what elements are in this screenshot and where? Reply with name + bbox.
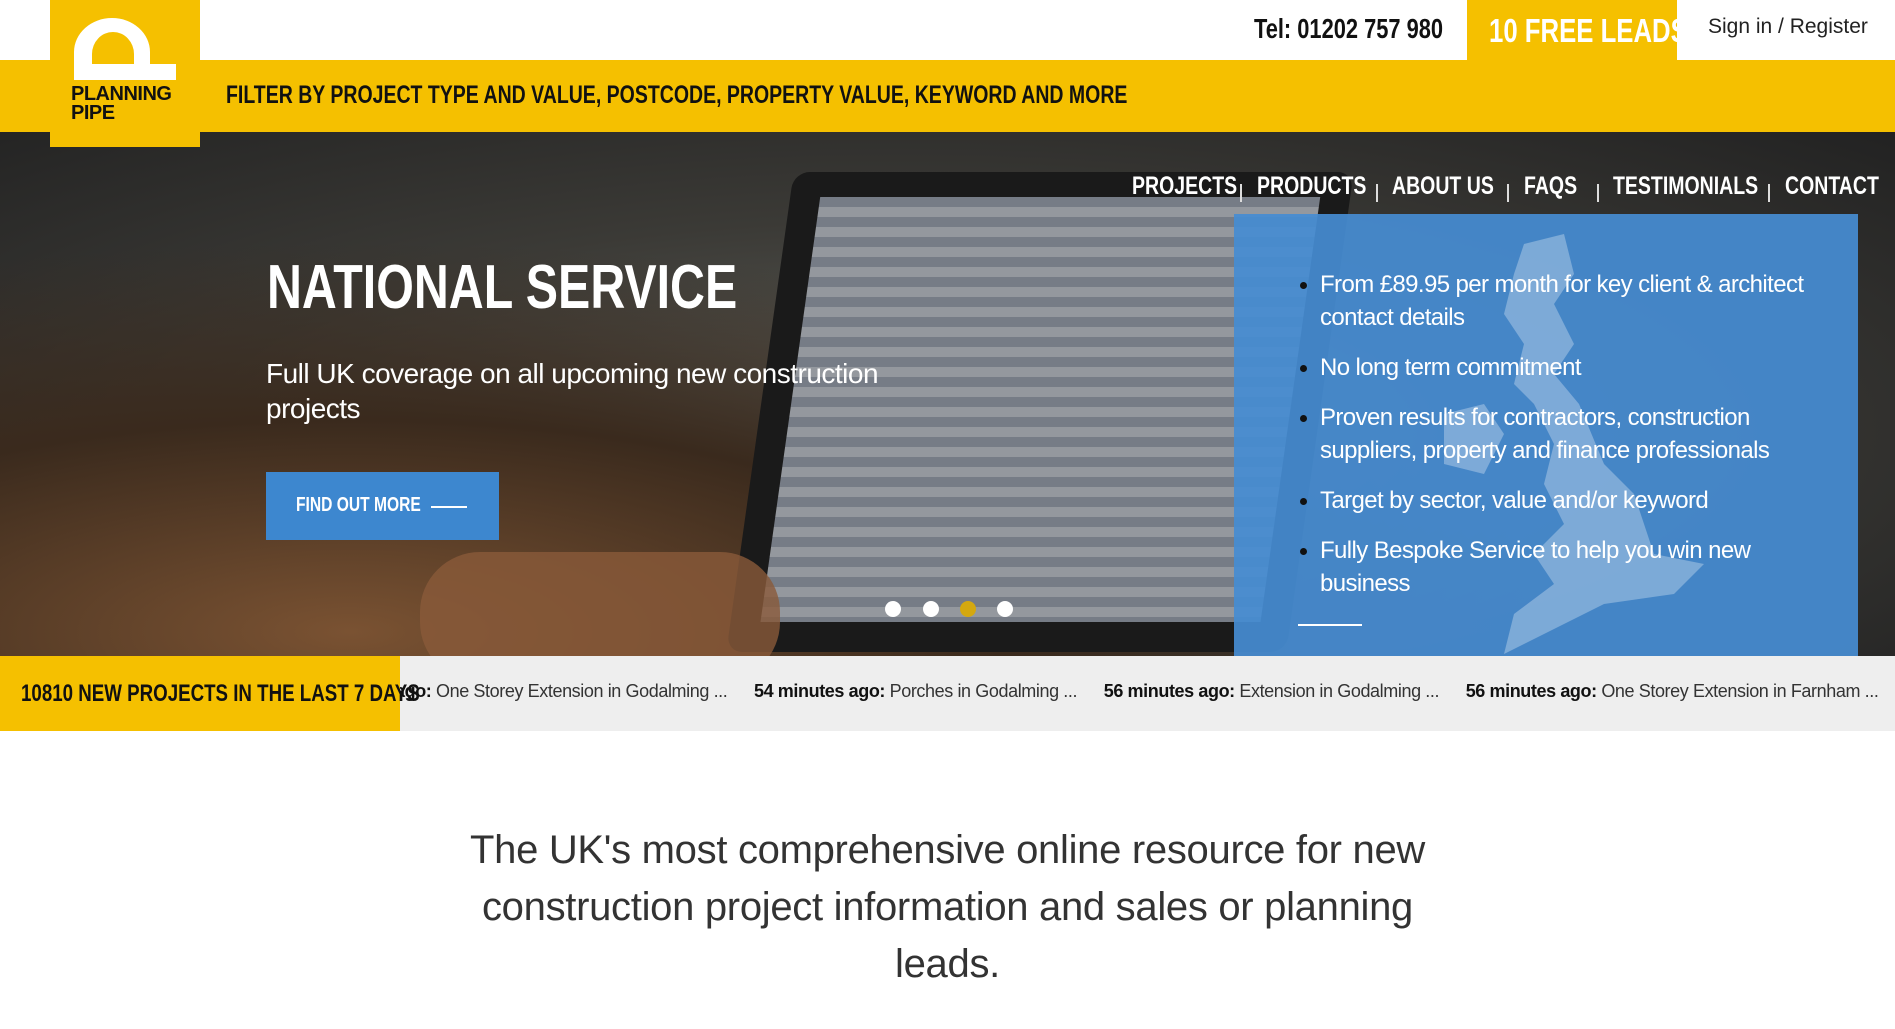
feature-item: Target by sector, value and/or keyword (1300, 484, 1842, 517)
nav-label: CONTACT (1785, 172, 1879, 200)
divider (1298, 624, 1362, 626)
ticker-text: One Storey Extension in Godalming ... (431, 681, 728, 701)
ticker-label: 10810 NEW PROJECTS IN THE LAST 7 DAYS (0, 656, 420, 731)
feature-item: Fully Bespoke Service to help you win ne… (1300, 534, 1842, 600)
nav-divider (1768, 184, 1770, 202)
slide-dot-3-active[interactable] (960, 601, 976, 617)
nav-divider (1240, 184, 1242, 202)
tagline: FILTER BY PROJECT TYPE AND VALUE, POSTCO… (226, 81, 1128, 109)
hero-title: NATIONAL SERVICE (267, 253, 738, 322)
ticker-item[interactable]: 54 minutes ago: Porches in Godalming ... (753, 681, 1078, 701)
arrow-line-icon (431, 506, 467, 508)
nav-testimonials[interactable]: TESTIMONIALS (1613, 172, 1799, 201)
logo-text: PIPE (71, 102, 115, 124)
ticker-item[interactable]: 56 minutes ago: One Storey Extension in … (1466, 681, 1879, 701)
feature-item: From £89.95 per month for key client & a… (1300, 268, 1842, 334)
nav-label: FAQS (1524, 172, 1578, 200)
ticker-count: 10810 NEW PROJECTS IN THE LAST 7 DAYS (21, 680, 420, 707)
nav-label: TESTIMONIALS (1613, 172, 1759, 200)
nav-label: PROJECTS (1132, 172, 1238, 200)
nav-faqs[interactable]: FAQS (1524, 172, 1592, 201)
intro-text: The UK's most comprehensive online resou… (470, 828, 1425, 986)
nav-divider (1376, 184, 1378, 202)
ticker-text: Porches in Godalming ... (885, 681, 1078, 701)
button-label: FIND OUT MORE (296, 494, 421, 516)
logo[interactable]: PLANNING PIPE (50, 0, 200, 147)
nav-projects[interactable]: PROJECTS (1132, 172, 1267, 201)
free-leads-button[interactable]: 10 FREE LEADS (1467, 0, 1688, 60)
logo-mark-icon (74, 18, 176, 80)
features-panel: From £89.95 per month for key client & a… (1234, 214, 1858, 656)
hero-subtitle: Full UK coverage on all upcoming new con… (266, 358, 879, 424)
hero-image-detail (420, 552, 780, 656)
nav-contact[interactable]: CONTACT (1785, 172, 1895, 201)
signin-register-link[interactable]: Sign in / Register (1708, 15, 1868, 39)
filter-banner: FILTER BY PROJECT TYPE AND VALUE, POSTCO… (0, 60, 1895, 132)
find-out-more-button[interactable]: FIND OUT MORE (266, 472, 499, 540)
ticker-time: 54 minutes ago: (753, 681, 886, 701)
main-nav: PROJECTS PRODUCTS ABOUT US FAQS TESTIMON… (0, 172, 1895, 212)
ticker-item[interactable]: 56 minutes ago: Extension in Godalming .… (1103, 681, 1440, 701)
slide-dot-1[interactable] (885, 601, 901, 617)
ticker-text: Extension in Godalming ... (1234, 681, 1440, 701)
nav-label: PRODUCTS (1257, 172, 1367, 200)
ticker-item[interactable]: ago: One Storey Extension in Godalming .… (395, 681, 728, 701)
project-ticker: 10810 NEW PROJECTS IN THE LAST 7 DAYS ag… (0, 656, 1895, 731)
nav-divider (1507, 184, 1509, 202)
slide-dot-2[interactable] (923, 601, 939, 617)
nav-about-us[interactable]: ABOUT US (1392, 172, 1523, 201)
phone-number[interactable]: Tel: 01202 757 980 (1254, 13, 1443, 45)
ticker-time: 56 minutes ago: (1465, 681, 1597, 701)
ticker-text: One Storey Extension in Farnham ... (1596, 681, 1879, 701)
slide-dot-4[interactable] (997, 601, 1013, 617)
nav-divider (1597, 184, 1599, 202)
feature-item: No long term commitment (1300, 351, 1842, 384)
nav-label: ABOUT US (1392, 172, 1494, 200)
hero-slider: PROJECTS PRODUCTS ABOUT US FAQS TESTIMON… (0, 132, 1895, 656)
ticker-time: 56 minutes ago: (1103, 681, 1235, 701)
feature-item: Proven results for contractors, construc… (1300, 401, 1842, 467)
free-leads-label: 10 FREE LEADS (1489, 12, 1688, 49)
features-list: From £89.95 per month for key client & a… (1300, 268, 1842, 617)
